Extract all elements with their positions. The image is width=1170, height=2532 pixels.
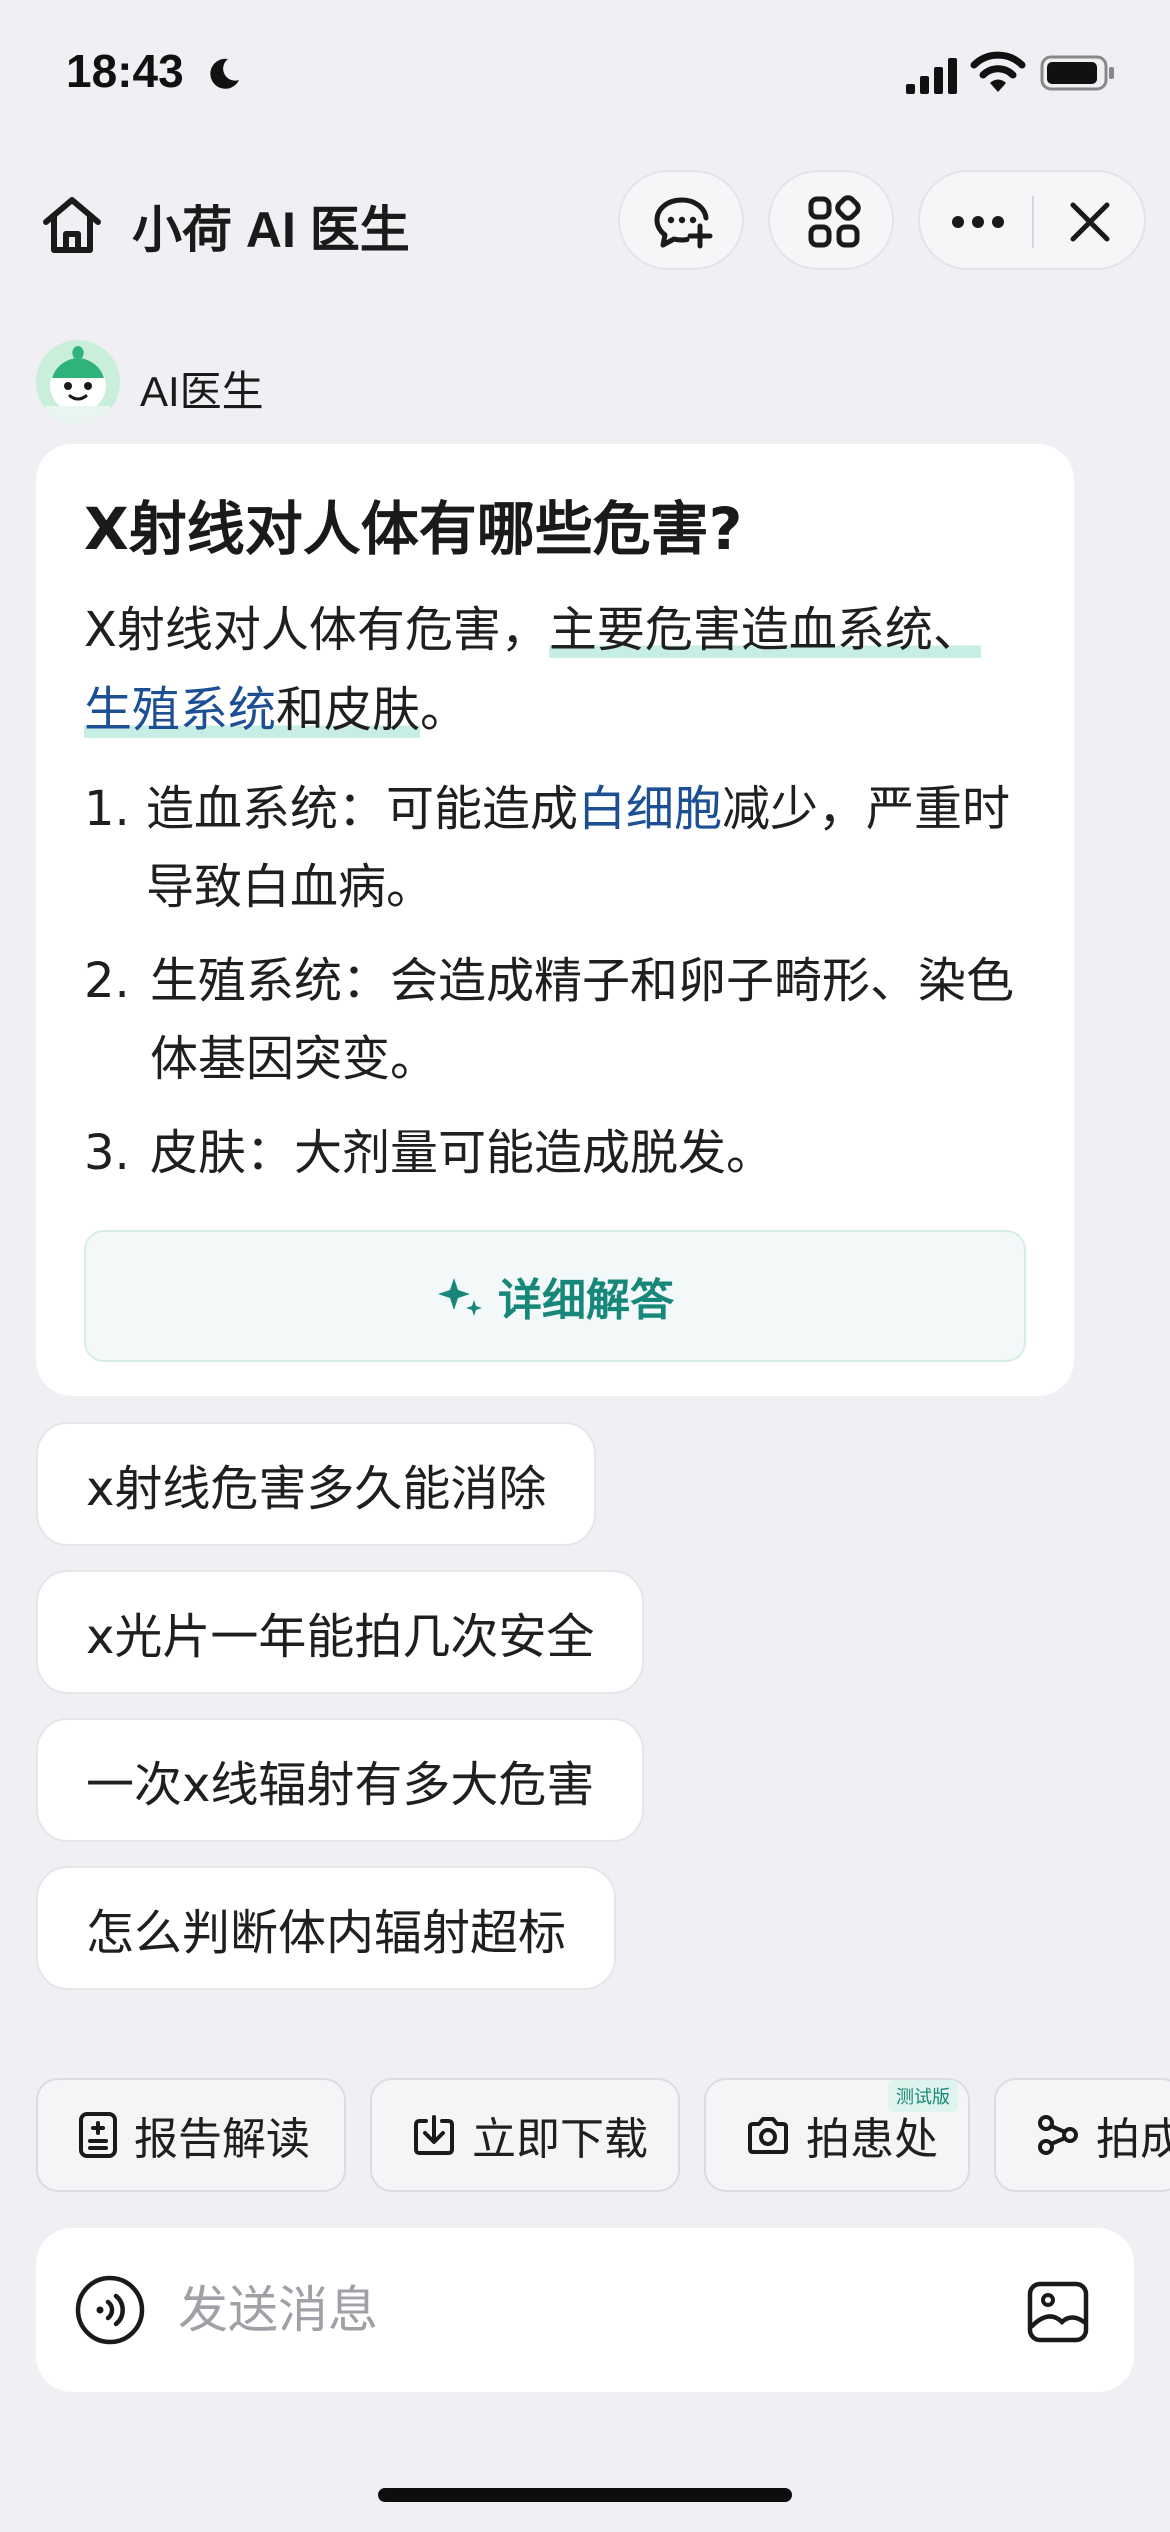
beta-badge: 测试版: [888, 2080, 958, 2112]
suggestion-chip[interactable]: x射线危害多久能消除: [36, 1422, 597, 1546]
suggestion-chip[interactable]: x光片一年能拍几次安全: [36, 1570, 645, 1694]
home-icon[interactable]: [36, 190, 108, 262]
detail-answer-button[interactable]: 详细解答: [84, 1230, 1026, 1362]
report-icon: [79, 2112, 117, 2158]
summary-highlight-skin: 和皮肤: [276, 682, 421, 738]
wifi-icon: [970, 51, 1026, 92]
question-title: X射线对人体有哪些危害?: [84, 495, 743, 563]
home-indicator: [378, 2488, 792, 2502]
suggestion-text: 一次x线辐射有多大危害: [86, 1757, 595, 1813]
chat-plus-icon: [654, 197, 713, 249]
answer-summary: X射线对人体有危害，主要危害造血系统、生殖系统和皮肤。: [84, 590, 984, 750]
download-icon: [414, 2115, 454, 2155]
summary-highlight: 主要危害造血系统、: [548, 602, 981, 658]
suggestion-chip[interactable]: 一次x线辐射有多大危害: [36, 1718, 645, 1842]
image-upload-icon[interactable]: [1026, 2280, 1090, 2344]
moon-icon: [210, 58, 239, 89]
reproductive-system-link[interactable]: 生殖系统: [84, 682, 277, 738]
app-title: 小荷 AI 医生: [132, 202, 410, 258]
chip-label: 立即下载: [472, 2114, 648, 2165]
mini-program-capsule: [918, 170, 1146, 270]
grid-icon: [808, 195, 861, 248]
chip-label: 拍患处: [806, 2114, 938, 2165]
apps-button[interactable]: [768, 170, 894, 270]
voice-input-icon[interactable]: [74, 2274, 146, 2346]
suggestion-text: x光片一年能拍几次安全: [86, 1609, 595, 1665]
white-blood-cell-link[interactable]: 白细胞: [578, 781, 722, 837]
summary-suffix: 。: [420, 682, 469, 738]
suggestion-text: x射线危害多久能消除: [86, 1461, 547, 1517]
status-time: 18:43: [66, 45, 184, 97]
new-chat-button[interactable]: [618, 170, 744, 270]
close-icon[interactable]: [1068, 200, 1112, 244]
answer-card: X射线对人体有哪些危害? X射线对人体有危害，主要危害造血系统、生殖系统和皮肤。…: [36, 444, 1074, 1396]
sparkle-icon: [438, 1278, 482, 1316]
suggestion-text: 怎么判断体内辐射超标: [86, 1905, 567, 1961]
list-number: 2.: [84, 953, 130, 1009]
chip-label: 拍成分: [1096, 2114, 1170, 2165]
nav-bar: 小荷 AI 医生: [0, 160, 1170, 280]
doctor-mascot-icon: [36, 340, 120, 424]
list-text: 造血系统：可能造成: [146, 781, 579, 837]
camera-icon: [748, 2117, 788, 2154]
bot-avatar: [36, 340, 120, 424]
more-icon[interactable]: [950, 212, 1006, 232]
list-item: 2. 生殖系统：会造成精子和卵子畸形、染色体基因突变。: [84, 942, 1024, 1098]
status-bar: 18:43: [0, 0, 1170, 150]
harm-list: 1. 造血系统：可能造成白细胞减少，严重时导致白血病。 2. 生殖系统：会造成精子和…: [84, 770, 1024, 1208]
list-item: 3. 皮肤：大剂量可能造成脱发。: [84, 1114, 1024, 1192]
molecule-icon: [1038, 2115, 1078, 2155]
cellular-signal-icon: [906, 58, 957, 94]
detail-answer-label: 详细解答: [498, 1275, 674, 1326]
message-input[interactable]: [178, 2272, 998, 2348]
message-composer: [36, 2228, 1134, 2392]
photo-ingredients-button[interactable]: 拍成分: [994, 2078, 1170, 2192]
list-number: 1.: [84, 781, 130, 837]
bot-name: AI医生: [140, 368, 264, 415]
download-button[interactable]: 立即下载: [370, 2078, 680, 2192]
suggestion-chip[interactable]: 怎么判断体内辐射超标: [36, 1866, 617, 1990]
list-text: 皮肤：大剂量可能造成脱发。: [150, 1125, 775, 1181]
list-number: 3.: [84, 1125, 130, 1181]
capsule-divider: [1032, 196, 1034, 248]
chip-label: 报告解读: [134, 2114, 310, 2165]
list-item: 1. 造血系统：可能造成白细胞减少，严重时导致白血病。: [84, 770, 1024, 926]
list-text: 生殖系统：会造成精子和卵子畸形、染色体基因突变。: [150, 953, 1015, 1087]
battery-icon: [1040, 55, 1114, 91]
report-interpretation-button[interactable]: 报告解读: [36, 2078, 346, 2192]
summary-prefix: X射线对人体有危害，: [84, 602, 549, 658]
